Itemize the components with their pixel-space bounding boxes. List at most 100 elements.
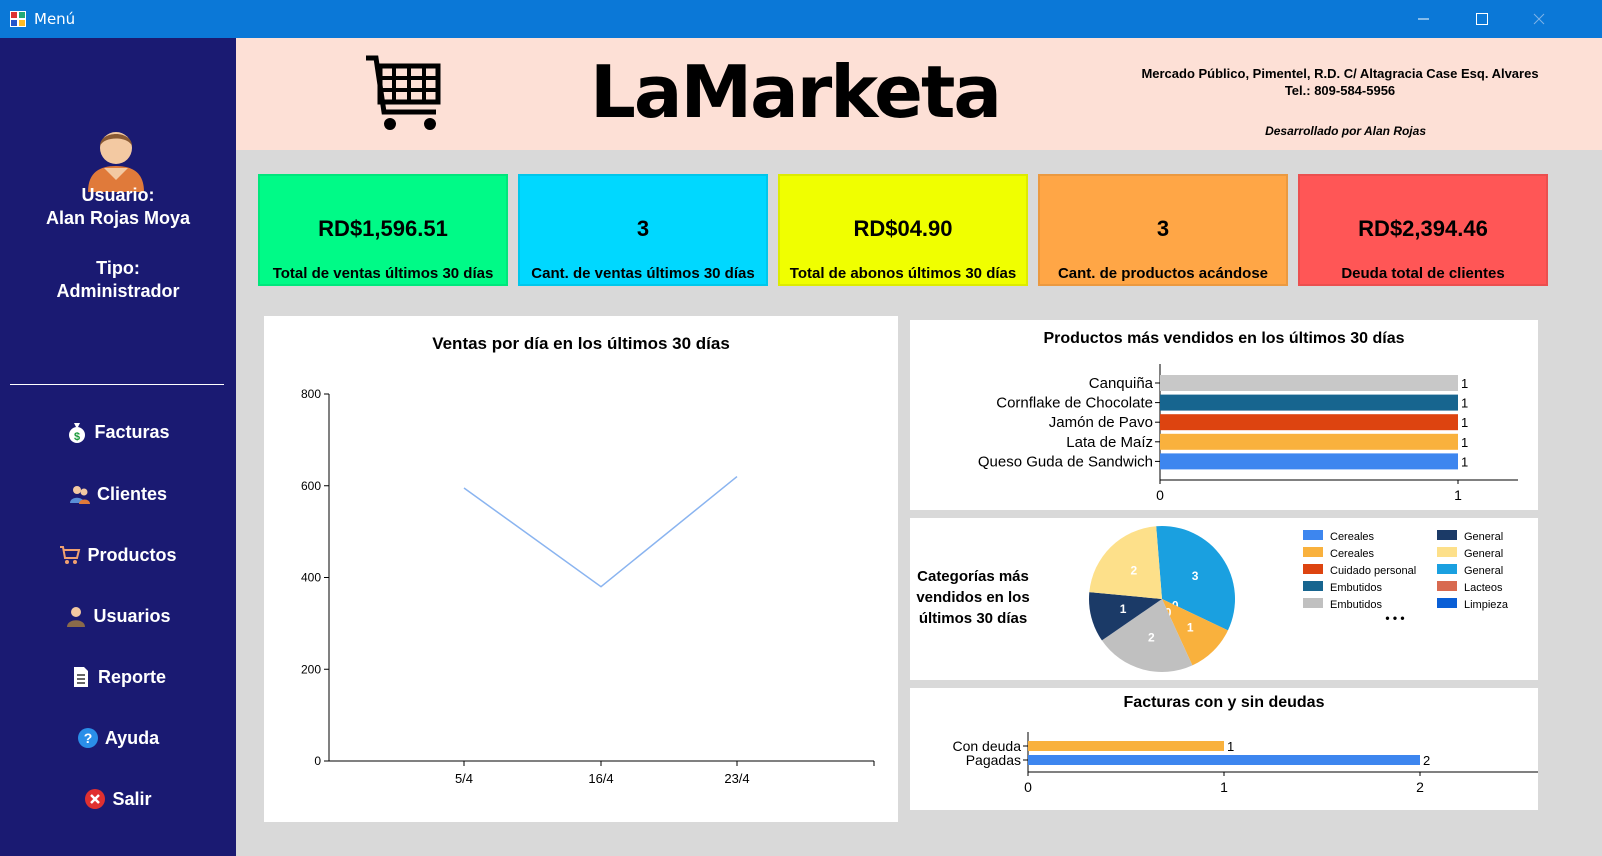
menu-productos-label: Productos <box>87 544 177 565</box>
y-tick-label: 800 <box>301 387 321 401</box>
header: LaMarketa Mercado Público, Pimentel, R.D… <box>236 38 1602 150</box>
type-label: Tipo: <box>96 258 140 278</box>
menu-salir-label: Salir <box>112 788 152 809</box>
card-label: Cant. de ventas últimos 30 días <box>531 265 755 282</box>
slice-label: 3 <box>1192 569 1199 583</box>
data-label: 1 <box>1461 376 1468 391</box>
close-icon <box>1533 13 1545 25</box>
title-bar: Menú <box>0 0 1602 38</box>
category-label: Canquiña <box>1089 375 1154 392</box>
menu-productos[interactable]: Productos <box>0 535 236 575</box>
legend-swatch <box>1437 564 1457 574</box>
user-avatar-icon <box>88 132 144 192</box>
legend-label: Lacteos <box>1464 582 1503 594</box>
card-value: RD$04.90 <box>853 216 953 241</box>
developer-credit: Desarrollado por Alan Rojas <box>1265 124 1426 138</box>
x-tick-label: 16/4 <box>588 771 613 786</box>
x-tick-label: 23/4 <box>724 771 749 786</box>
slice-label: 1 <box>1120 602 1127 616</box>
card-value: 3 <box>1156 216 1170 241</box>
sidebar-divider <box>10 384 224 385</box>
x-tick-label: 5/4 <box>455 771 473 786</box>
y-tick-label: 200 <box>301 662 321 676</box>
bar <box>1160 375 1458 391</box>
user-icon <box>67 607 86 627</box>
x-tick-label: 0 <box>1024 779 1032 795</box>
data-label: 1 <box>1461 415 1468 430</box>
bar <box>1160 433 1458 450</box>
main-area: LaMarketa Mercado Público, Pimentel, R.D… <box>236 38 1602 856</box>
menu-facturas[interactable]: $ Facturas <box>0 412 236 452</box>
category-label: Pagadas <box>966 752 1021 768</box>
y-tick-label: 0 <box>314 754 321 768</box>
card-label: Total de abonos últimos 30 días <box>789 265 1017 282</box>
legend-swatch <box>1437 598 1457 608</box>
address-line: Mercado Público, Pimentel, R.D. C/ Altag… <box>1141 66 1539 81</box>
category-label: Jamón de Pavo <box>1049 414 1153 431</box>
sidebar: Usuario: Alan Rojas Moya Tipo: Administr… <box>0 38 236 856</box>
legend-label: Cuidado personal <box>1330 565 1416 577</box>
card-label: Total de ventas últimos 30 días <box>272 265 494 282</box>
card-total-payments: RD$04.90 Total de abonos últimos 30 días <box>778 174 1028 286</box>
line-chart: 0 200 400 600 800 5/4 16/4 23/4 <box>301 387 875 786</box>
card-low-stock: 3 Cant. de productos acándose <box>1038 174 1288 286</box>
data-label: 1 <box>1461 435 1468 450</box>
svg-text:?: ? <box>84 730 93 746</box>
user-name: Alan Rojas Moya <box>45 208 191 228</box>
store-address: Mercado Público, Pimentel, R.D. C/ Altag… <box>1130 65 1550 99</box>
x-tick-label: 1 <box>1454 487 1462 503</box>
maximize-icon <box>1476 13 1488 25</box>
card-total-sales: RD$1,596.51 Total de ventas últimos 30 d… <box>258 174 508 286</box>
data-label: 1 <box>1461 396 1468 411</box>
phone-line: Tel.: 809-584-5956 <box>1284 83 1396 98</box>
legend-label: Cereales <box>1330 548 1375 560</box>
legend-swatch <box>1437 530 1457 540</box>
legend-label: General <box>1464 548 1503 560</box>
legend-swatch <box>1437 581 1457 591</box>
card-label: Deuda total de clientes <box>1341 265 1505 282</box>
legend-swatch <box>1303 598 1323 608</box>
user-label: Usuario: <box>81 185 155 205</box>
close-circle-icon <box>85 789 106 809</box>
clients-icon <box>69 486 90 504</box>
window-title: Menú <box>34 10 76 28</box>
brand-logo: LaMarketa <box>590 50 1002 134</box>
slice-label: 2 <box>1148 631 1155 645</box>
invoices-chart-panel: Facturas con y sin deudas Con deuda 1 Paga… <box>910 688 1538 810</box>
menu-usuarios[interactable]: Usuarios <box>0 596 236 636</box>
bar-chart-products: Canquiña 1 Cornflake de Chocolate 1 Jamón de… <box>978 364 1518 503</box>
menu-clientes-label: Clientes <box>96 483 168 504</box>
close-button[interactable] <box>1516 0 1562 38</box>
menu-reporte[interactable]: Reporte <box>0 657 236 697</box>
minimize-button[interactable] <box>1400 0 1446 38</box>
top-products-chart-panel: Productos más vendidos en los últimos 30… <box>910 320 1538 510</box>
minimize-icon <box>1418 18 1429 20</box>
menu-ayuda[interactable]: ? Ayuda <box>0 718 236 758</box>
category-label: Queso Guda de Sandwich <box>978 453 1153 470</box>
y-tick-label: 400 <box>301 571 321 585</box>
daily-sales-chart-panel: Ventas por día en los últimos 30 días 02… <box>264 316 898 822</box>
app-icon <box>10 11 26 27</box>
menu-usuarios-label: Usuarios <box>93 605 171 626</box>
bar <box>1028 755 1420 765</box>
x-tick-label: 0 <box>1156 487 1164 503</box>
legend-label: General <box>1464 565 1503 577</box>
data-label: 1 <box>1461 454 1468 469</box>
legend-label: Embutidos <box>1330 582 1382 594</box>
legend-more-indicator: • • • <box>1385 611 1404 625</box>
slice-label: 2 <box>1130 563 1137 577</box>
bar <box>1160 394 1458 411</box>
maximize-button[interactable] <box>1458 0 1504 38</box>
menu-salir[interactable]: Salir <box>0 779 236 819</box>
help-icon: ? <box>77 728 98 748</box>
type-value: Administrador <box>56 281 180 301</box>
card-client-debt: RD$2,394.46 Deuda total de clientes <box>1298 174 1548 286</box>
legend-swatch <box>1437 547 1457 557</box>
category-label: Cornflake de Chocolate <box>996 395 1153 412</box>
legend-swatch <box>1303 581 1323 591</box>
category-label: Lata de Maíz <box>1066 434 1153 451</box>
menu-clientes[interactable]: Clientes <box>0 474 236 514</box>
menu-reporte-label: Reporte <box>97 666 166 687</box>
legend-label: Limpieza <box>1464 599 1509 611</box>
categories-chart-panel: Categorías más vendidos en los últimos 3… <box>910 518 1538 680</box>
